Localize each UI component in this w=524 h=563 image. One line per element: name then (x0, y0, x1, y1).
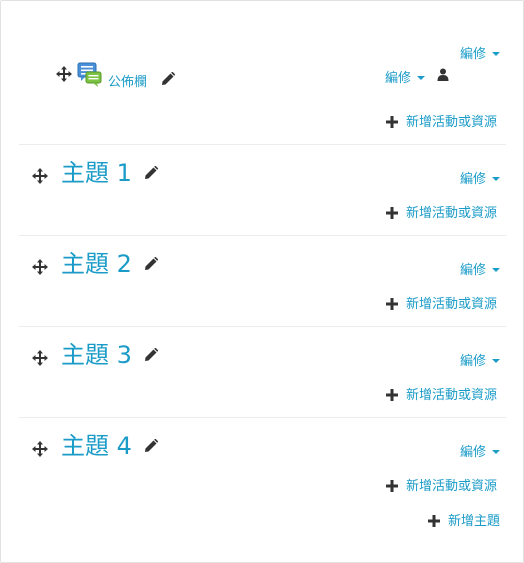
add-activity-label: 新增活動或資源 (406, 206, 498, 221)
plus-icon (386, 115, 398, 128)
plus-icon (386, 206, 398, 219)
section-edit-label: 編修 (460, 263, 487, 278)
section-divider (19, 417, 506, 418)
activity-edit-menu[interactable]: 編修 (385, 67, 426, 86)
section-edit-menu[interactable]: 編修 (460, 441, 501, 460)
caret-down-icon (492, 358, 501, 363)
section-edit-label: 編修 (460, 47, 487, 62)
plus-icon (428, 514, 440, 527)
add-topic-button[interactable]: 新增主題 (428, 510, 500, 529)
section-title[interactable]: 主題 2 (61, 250, 132, 278)
section-divider (19, 235, 506, 236)
pencil-icon[interactable] (144, 166, 158, 180)
activity-edit-label: 編修 (385, 71, 412, 86)
pencil-icon[interactable] (144, 439, 158, 453)
caret-down-icon (492, 449, 501, 454)
section-title[interactable]: 主題 1 (61, 159, 132, 187)
move-icon[interactable] (55, 65, 73, 83)
caret-down-icon (492, 51, 501, 56)
add-activity-label: 新增活動或資源 (406, 297, 498, 312)
section-title[interactable]: 主題 4 (61, 432, 132, 460)
caret-down-icon (492, 267, 501, 272)
move-icon[interactable] (31, 440, 49, 458)
add-activity-button[interactable]: 新增活動或資源 (386, 475, 497, 494)
add-activity-label: 新增活動或資源 (406, 115, 498, 130)
section-title[interactable]: 主題 3 (61, 341, 132, 369)
section-edit-label: 編修 (460, 354, 487, 369)
plus-icon (386, 388, 398, 401)
caret-down-icon (417, 75, 426, 80)
pencil-icon[interactable] (144, 348, 158, 362)
add-activity-label: 新增活動或資源 (406, 388, 498, 403)
add-activity-button[interactable]: 新增活動或資源 (386, 293, 497, 312)
add-topic-label: 新增主題 (448, 514, 501, 529)
add-activity-button[interactable]: 新增活動或資源 (386, 202, 497, 221)
section-divider (19, 326, 506, 327)
caret-down-icon (492, 176, 501, 181)
pencil-icon[interactable] (144, 257, 158, 271)
move-icon[interactable] (31, 349, 49, 367)
plus-icon (386, 297, 398, 310)
pencil-icon[interactable] (161, 72, 175, 86)
section-edit-menu[interactable]: 編修 (460, 350, 501, 369)
section-divider (19, 144, 506, 145)
section-edit-label: 編修 (460, 445, 487, 460)
add-activity-button[interactable]: 新增活動或資源 (386, 111, 497, 130)
user-icon[interactable] (437, 68, 449, 81)
add-activity-label: 新增活動或資源 (406, 479, 498, 494)
move-icon[interactable] (31, 167, 49, 185)
add-activity-button[interactable]: 新增活動或資源 (386, 384, 497, 403)
plus-icon (386, 479, 398, 492)
section-edit-menu[interactable]: 編修 (460, 168, 501, 187)
forum-activity-link[interactable]: 公佈欄 (108, 71, 147, 90)
move-icon[interactable] (31, 258, 49, 276)
section-edit-menu[interactable]: 編修 (460, 259, 501, 278)
section-edit-menu[interactable]: 編修 (460, 43, 501, 62)
forum-icon (77, 62, 103, 88)
section-edit-label: 編修 (460, 172, 487, 187)
